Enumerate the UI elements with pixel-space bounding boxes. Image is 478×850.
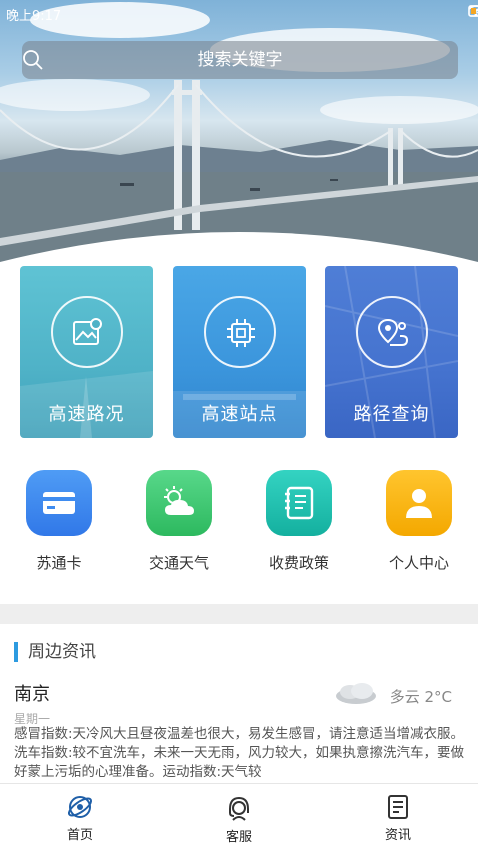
tab-label: 客服 (225, 830, 252, 845)
menu-icon-bg (386, 470, 452, 536)
status-time: 晚上9:17 (6, 9, 62, 24)
news-icon (388, 795, 408, 819)
tile-icon-ring (356, 296, 428, 368)
tile-highway-stations[interactable]: 高速站点 (173, 266, 306, 438)
status-bar: 晚上9:17 (0, 0, 478, 26)
battery-icon (468, 5, 478, 17)
search-icon[interactable] (22, 49, 44, 71)
tile-label: 路径查询 (353, 404, 430, 425)
menu-label: 苏通卡 (36, 554, 82, 572)
feature-tiles: 高速路况 高速站点 路径查询 (20, 266, 458, 438)
menu-icon-bg (146, 470, 212, 536)
section-divider (0, 604, 478, 624)
weather-summary: 多云 2°C (389, 688, 452, 706)
city-name: 南京 (14, 684, 50, 705)
tab-news[interactable]: 资讯 (358, 794, 438, 843)
map-photo-icon (73, 318, 102, 345)
menu-label: 个人中心 (388, 554, 449, 572)
route-pin-icon (377, 318, 409, 346)
menu-label: 交通天气 (148, 554, 209, 572)
tab-customer-service[interactable]: 客服 (199, 794, 279, 845)
tile-icon-ring (204, 296, 276, 368)
tile-highway-traffic[interactable]: 高速路况 (20, 266, 153, 438)
news-section-title: 周边资讯 (14, 642, 96, 662)
chip-icon (227, 319, 255, 347)
home-icon (67, 796, 93, 818)
user-icon (406, 489, 432, 518)
notebook-icon (285, 486, 314, 520)
tab-label: 资讯 (384, 828, 411, 843)
cloudy-icon (336, 683, 376, 704)
tile-icon-ring (51, 296, 123, 368)
quick-menu: 苏通卡 交通天气 收费政策 个人中心 (0, 470, 478, 580)
tile-route-query[interactable]: 路径查询 (325, 266, 458, 438)
tile-label: 高速路况 (48, 404, 125, 425)
weather-index-description: 感冒指数:天冷风大且昼夜温差也很大，易发生感冒，请注意适当增减衣服。洗车指数:较… (14, 726, 465, 780)
card-icon (43, 492, 75, 514)
customer-service-icon (229, 796, 249, 821)
menu-item-toll-policy[interactable]: 收费政策 (254, 470, 344, 573)
search-placeholder: 搜索关键字 (197, 50, 283, 70)
menu-icon-bg (26, 470, 92, 536)
weather-icon (164, 486, 194, 515)
tab-label: 首页 (66, 828, 93, 843)
menu-item-sutong-card[interactable]: 苏通卡 (14, 470, 104, 573)
menu-icon-bg (266, 470, 332, 536)
menu-item-personal-center[interactable]: 个人中心 (374, 470, 464, 573)
bottom-tab-bar: 首页 客服 资讯 (0, 783, 478, 850)
search-bar[interactable]: 搜索关键字 (22, 41, 458, 79)
menu-label: 收费政策 (268, 554, 329, 572)
menu-item-traffic-weather[interactable]: 交通天气 (134, 470, 224, 573)
tile-label: 高速站点 (201, 404, 278, 425)
tab-home[interactable]: 首页 (40, 794, 120, 843)
